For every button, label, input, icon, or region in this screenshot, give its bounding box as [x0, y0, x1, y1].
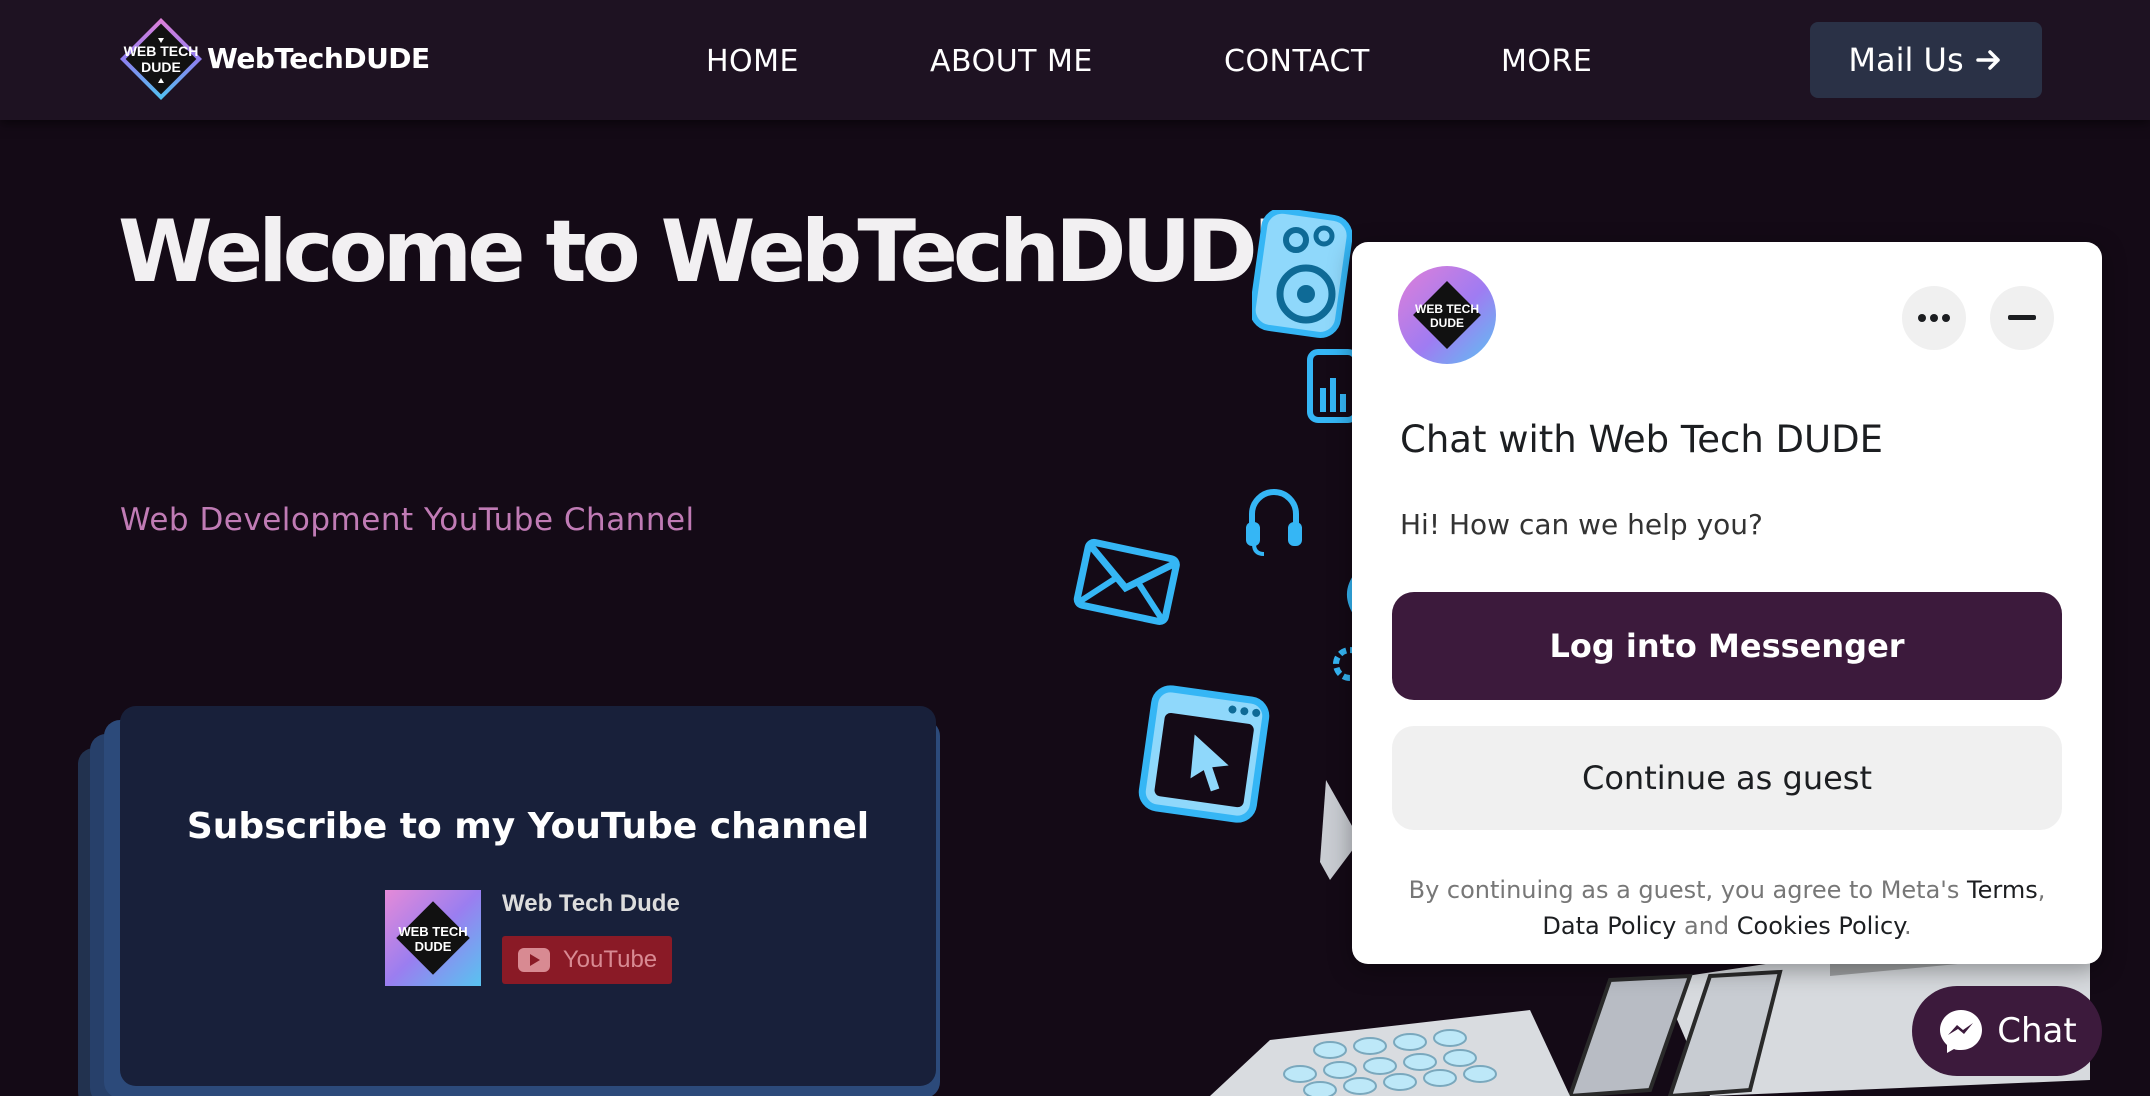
messenger-chat-widget: WEB TECH DUDE Chat with Web Tech DUDE Hi… — [1352, 242, 2102, 964]
headphones-icon — [1246, 489, 1302, 556]
legal-prefix: By continuing as a guest, you agree to M… — [1408, 876, 1960, 904]
chat-title: Chat with Web Tech DUDE — [1400, 418, 1883, 461]
equalizer-icon — [1307, 349, 1356, 423]
messenger-icon — [1940, 1010, 1983, 1053]
chat-launcher-label: Chat — [1997, 1011, 2077, 1051]
brand-name[interactable]: WebTechDUDE — [207, 42, 430, 75]
youtube-button-label: YouTube — [562, 946, 658, 973]
youtube-subscribe-button[interactable]: YouTube — [502, 936, 672, 984]
nav-contact[interactable]: CONTACT — [1224, 44, 1370, 79]
cookies-policy-link[interactable]: Cookies Policy — [1737, 912, 1904, 940]
subscribe-title: Subscribe to my YouTube channel — [186, 806, 870, 847]
hero-subtitle: Web Development YouTube Channel — [120, 502, 695, 538]
nav-more[interactable]: MORE — [1501, 44, 1592, 79]
site-logo[interactable]: WEB TECH DUDE — [112, 10, 210, 108]
youtube-play-icon — [517, 948, 550, 972]
terms-link[interactable]: Terms — [1967, 876, 2038, 904]
nav-home[interactable]: HOME — [706, 44, 799, 79]
hero-title: Welcome to WebTechDUDE — [118, 202, 1311, 302]
continue-as-guest-button[interactable]: Continue as guest — [1392, 726, 2062, 830]
logo-text-line2: DUDE — [141, 59, 181, 75]
chat-avatar: WEB TECH DUDE — [1398, 266, 1496, 364]
logo-text-line1: WEB TECH — [124, 43, 199, 59]
log-into-messenger-button[interactable]: Log into Messenger — [1392, 592, 2062, 700]
mail-us-button[interactable]: Mail Us — [1810, 22, 2042, 98]
avatar-text-line2: DUDE — [415, 939, 452, 954]
chat-legal-notice: By continuing as a guest, you agree to M… — [1408, 876, 2046, 940]
nav-about-me[interactable]: ABOUT ME — [930, 44, 1093, 79]
avatar-text-line1: WEB TECH — [398, 924, 467, 939]
chat-more-options-button[interactable] — [1902, 286, 1966, 350]
chat-avatar-text-line2: DUDE — [1430, 316, 1464, 330]
subscribe-card: Subscribe to my YouTube channel WEB TECH… — [120, 706, 936, 1086]
channel-name[interactable]: Web Tech Dude — [502, 890, 680, 918]
site-header: WEB TECH DUDE WebTechDUDE HOME ABOUT ME … — [0, 0, 2150, 120]
envelope-icon — [1073, 538, 1180, 626]
mail-us-label: Mail Us — [1848, 41, 1964, 79]
arrow-right-icon — [1975, 50, 2000, 70]
channel-avatar[interactable]: WEB TECH DUDE — [385, 890, 481, 986]
chat-avatar-text-line1: WEB TECH — [1415, 302, 1479, 316]
more-icon — [1918, 314, 1950, 322]
minimize-icon — [2008, 315, 2036, 320]
chat-greeting: Hi! How can we help you? — [1400, 508, 1763, 541]
data-policy-link[interactable]: Data Policy — [1542, 912, 1676, 940]
speaker-icon — [1252, 210, 1352, 338]
chat-minimize-button[interactable] — [1990, 286, 2054, 350]
legal-and: and — [1683, 912, 1730, 940]
chat-launcher-button[interactable]: Chat — [1912, 986, 2102, 1076]
